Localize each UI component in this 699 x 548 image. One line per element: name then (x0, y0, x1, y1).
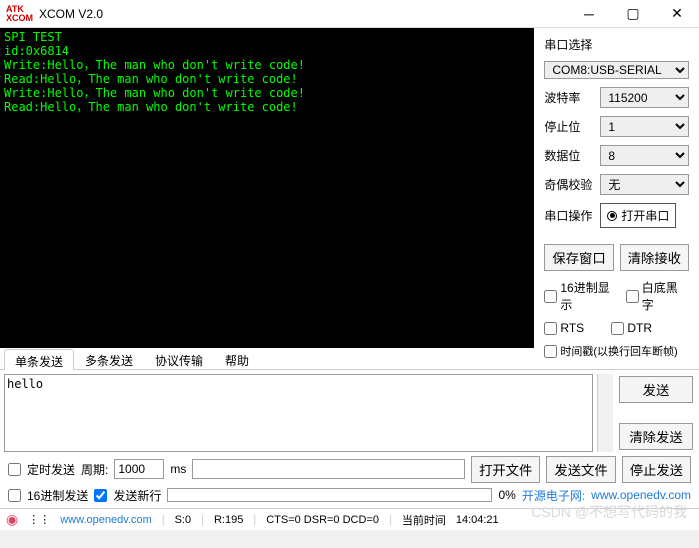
tab-single-send[interactable]: 单条发送 (4, 349, 74, 370)
parity-select[interactable]: 无 (600, 174, 689, 195)
send-file-button[interactable]: 发送文件 (546, 456, 615, 483)
window-title: XCOM V2.0 (39, 7, 567, 21)
tab-protocol[interactable]: 协议传输 (144, 348, 214, 369)
data-label: 数据位 (544, 147, 594, 164)
ms-label: ms (170, 462, 186, 476)
clear-receive-button[interactable]: 清除接收 (620, 244, 689, 271)
clear-send-button[interactable]: 清除发送 (619, 423, 693, 450)
status-site-link[interactable]: www.openedv.com (60, 514, 152, 526)
status-cts: CTS=0 DSR=0 DCD=0 (266, 514, 379, 526)
stop-select[interactable]: 1 (600, 116, 689, 137)
minimize-button[interactable]: ─ (567, 0, 611, 28)
baud-select[interactable]: 115200 (600, 87, 689, 108)
tab-multi-send[interactable]: 多条发送 (74, 348, 144, 369)
status-time-label: 当前时间 (402, 512, 446, 528)
baud-label: 波特率 (544, 89, 594, 106)
openedv-link[interactable]: www.openedv.com (591, 488, 691, 502)
openedv-label: 开源电子网: (522, 487, 585, 504)
timed-send-checkbox[interactable] (8, 463, 21, 476)
hex-send-checkbox[interactable] (8, 489, 21, 502)
tab-help[interactable]: 帮助 (214, 348, 260, 369)
save-window-button[interactable]: 保存窗口 (544, 244, 613, 271)
grip-icon: ⋮⋮ (28, 513, 50, 526)
open-file-button[interactable]: 打开文件 (471, 456, 540, 483)
timestamp-checkbox[interactable] (544, 345, 557, 358)
port-status-icon (607, 211, 617, 221)
port-section-label: 串口选择 (544, 36, 689, 53)
send-button[interactable]: 发送 (619, 376, 693, 403)
period-label: 周期: (81, 461, 108, 478)
progress-percent: 0% (498, 488, 515, 502)
send-newline-checkbox[interactable] (94, 489, 107, 502)
period-input[interactable] (114, 459, 164, 479)
file-path-input[interactable] (192, 459, 465, 479)
hex-display-checkbox[interactable] (544, 290, 557, 303)
open-port-button[interactable]: 打开串口 (600, 203, 676, 228)
status-received: R:195 (214, 514, 243, 526)
parity-label: 奇偶校验 (544, 176, 594, 193)
dtr-checkbox[interactable] (611, 322, 624, 335)
port-op-label: 串口操作 (544, 207, 594, 224)
close-button[interactable]: ✕ (655, 0, 699, 28)
white-bg-checkbox[interactable] (626, 290, 639, 303)
port-select[interactable]: COM8:USB-SERIAL (544, 61, 689, 79)
app-logo: ATKXCOM (6, 5, 33, 23)
status-time: 14:04:21 (456, 514, 499, 526)
status-indicator-icon: ◉ (6, 511, 18, 528)
stop-label: 停止位 (544, 118, 594, 135)
stop-send-button[interactable]: 停止发送 (622, 456, 691, 483)
status-sent: S:0 (175, 514, 192, 526)
data-select[interactable]: 8 (600, 145, 689, 166)
terminal-output[interactable]: SPI TEST id:0x6814 Write:Hello，The man w… (0, 28, 534, 348)
progress-bar (167, 488, 492, 502)
send-input[interactable] (4, 374, 593, 452)
maximize-button[interactable]: ▢ (611, 0, 655, 28)
rts-checkbox[interactable] (544, 322, 557, 335)
scrollbar[interactable] (597, 374, 613, 452)
